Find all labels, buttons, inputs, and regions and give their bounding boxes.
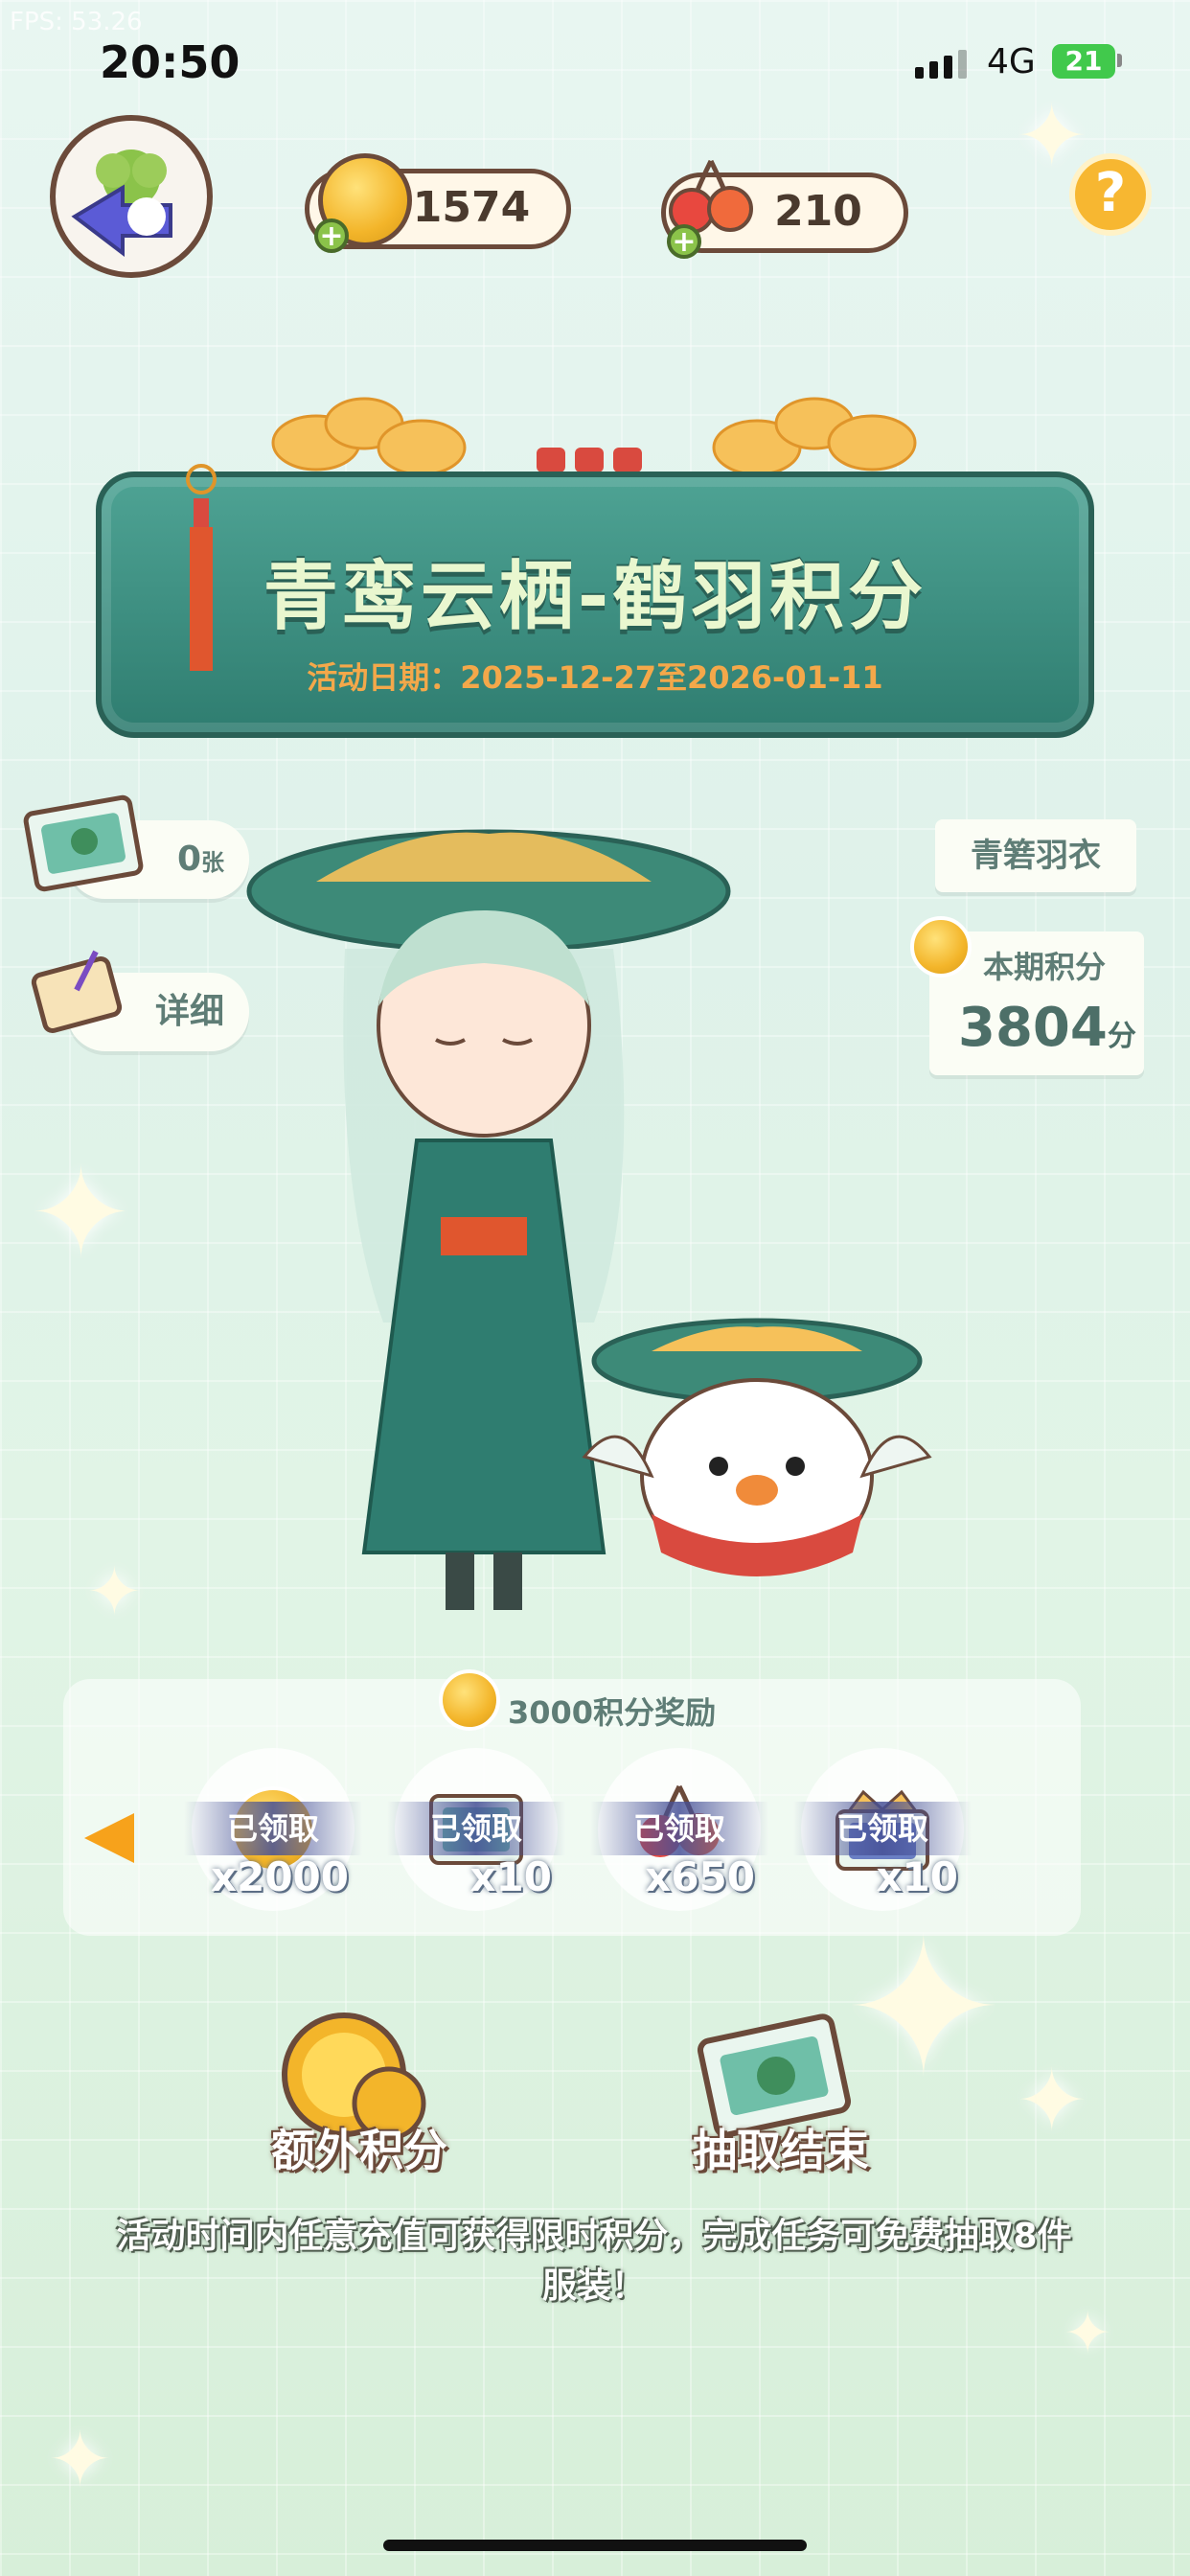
banner-title: 青鸾云栖-鹤羽积分: [263, 554, 927, 640]
extra-points-label[interactable]: 额外积分: [240, 2116, 479, 2179]
reward-quantity: x2000: [211, 1853, 349, 1900]
status-time: 20:50: [100, 36, 240, 88]
ticket-icon: [23, 794, 144, 892]
sparkle-icon: ✦: [1016, 2051, 1088, 2151]
claimed-badge: 已领取: [184, 1802, 362, 1855]
battery-icon: 21: [1052, 44, 1115, 79]
signal-icon: [915, 50, 967, 79]
sparkle-icon: ✦: [48, 2415, 113, 2504]
fps-counter: FPS: 53.26: [10, 8, 143, 36]
scroll-icon: [31, 950, 123, 1034]
draw-end-label[interactable]: 抽取结束: [661, 2116, 901, 2179]
character-illustration: [246, 829, 932, 1610]
add-cherries-button[interactable]: +: [667, 224, 701, 259]
battery-tip: [1117, 54, 1122, 67]
back-arrow-icon: [71, 150, 172, 258]
claimed-badge: 已领取: [590, 1802, 768, 1855]
event-dates: 活动日期：2025-12-27至2026-01-11: [307, 659, 883, 696]
reward-item[interactable]: 已领取 x2000: [184, 1748, 362, 1911]
reward-quantity: x650: [645, 1853, 755, 1900]
claimed-badge: 已领取: [387, 1802, 565, 1855]
reward-quantity: x10: [876, 1853, 958, 1900]
arrow-left-icon[interactable]: [84, 1813, 134, 1863]
reward-item[interactable]: 已领取 x650: [590, 1748, 768, 1911]
coin-icon: [439, 1669, 500, 1731]
reward-quantity: x10: [469, 1853, 552, 1900]
add-coins-button[interactable]: +: [314, 218, 349, 253]
question-icon[interactable]: ?: [1069, 153, 1152, 236]
home-indicator[interactable]: [383, 2540, 807, 2551]
sparkle-icon: ✦: [29, 1140, 133, 1286]
claimed-badge: 已领取: [793, 1802, 972, 1855]
reward-item[interactable]: 已领取 x10: [387, 1748, 565, 1911]
network-label: 4G: [987, 42, 1036, 81]
reward-item[interactable]: 已领取 x10: [793, 1748, 972, 1911]
back-avatar-button[interactable]: [50, 115, 213, 278]
event-description: 活动时间内任意充值可获得限时积分，完成任务可免费抽取8件服装！: [116, 2217, 1072, 2306]
reward-title: 3000积分奖励: [508, 1694, 717, 1731]
sparkle-icon: ✦: [86, 1552, 143, 1631]
